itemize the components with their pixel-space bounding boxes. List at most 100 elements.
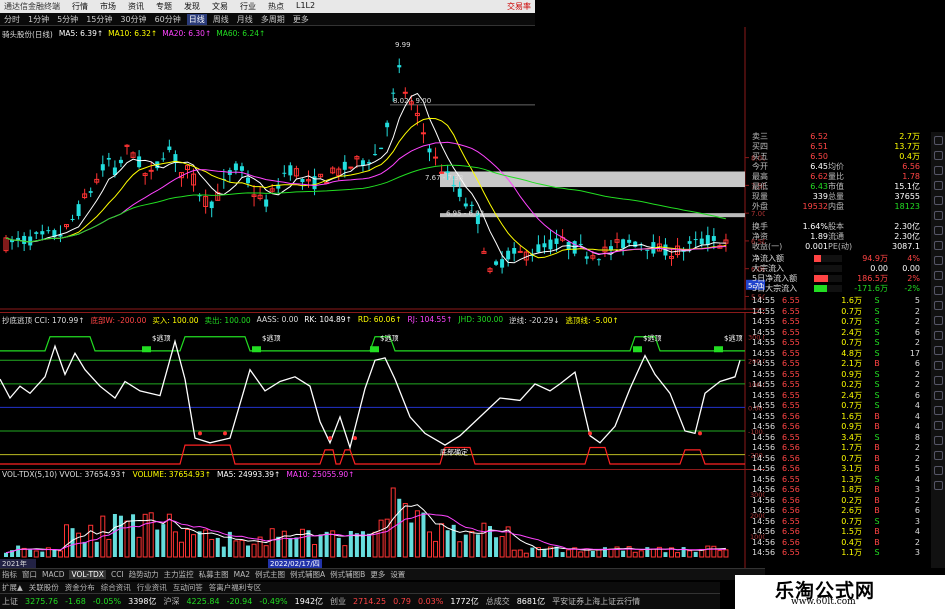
- indicator-tab[interactable]: 指标: [2, 569, 17, 580]
- indicator-tab[interactable]: 更多: [370, 569, 385, 580]
- tool-icon[interactable]: [933, 376, 943, 385]
- tool-icon[interactable]: [933, 406, 943, 415]
- tool-icon[interactable]: [933, 271, 943, 280]
- tool-icon[interactable]: [933, 421, 943, 430]
- volume-chart[interactable]: 3000020000100002021年2022/02/17/四 VOL-TDX…: [0, 469, 765, 568]
- trade-login-link[interactable]: 交易率: [507, 1, 535, 12]
- tool-icon[interactable]: [933, 181, 943, 190]
- indicator-tab[interactable]: 设置: [390, 569, 405, 580]
- period-tab[interactable]: 多周期: [259, 14, 287, 25]
- indicator-tab[interactable]: 例式主图: [255, 569, 285, 580]
- tool-icon[interactable]: [933, 136, 943, 145]
- indicator-tab[interactable]: 窗口: [22, 569, 37, 580]
- period-tab[interactable]: 更多: [291, 14, 311, 25]
- period-tab[interactable]: 60分钟: [153, 14, 183, 25]
- tick-row[interactable]: 14:55 6.55 0.9万 S 2: [752, 370, 930, 381]
- info-link[interactable]: 资金分布: [65, 582, 95, 593]
- menu-item[interactable]: 发现: [184, 1, 200, 12]
- indicator-tab[interactable]: CCI: [111, 570, 124, 579]
- tool-icon[interactable]: [933, 451, 943, 460]
- tick-row[interactable]: 14:56 6.56 0.7万 B 2: [752, 454, 930, 465]
- tick-row[interactable]: 14:56 6.56 0.2万 B 2: [752, 496, 930, 507]
- menu-item[interactable]: 热点: [268, 1, 284, 12]
- tick-row[interactable]: 14:56 6.56 1.8万 B 3: [752, 485, 930, 496]
- tick-row[interactable]: 14:56 6.56 1.7万 B 2: [752, 443, 930, 454]
- tool-icon[interactable]: [933, 286, 943, 295]
- tool-icon[interactable]: [933, 151, 943, 160]
- menu-item[interactable]: 资讯: [128, 1, 144, 12]
- period-tab[interactable]: 5分钟: [55, 14, 80, 25]
- menu-item[interactable]: 文易: [212, 1, 228, 12]
- tool-icon[interactable]: [933, 301, 943, 310]
- tick-row[interactable]: 14:55 6.56 1.6万 B 4: [752, 412, 930, 423]
- legend-label: VOL-TDX(5,10) VVOL: 37654.93↑: [2, 470, 127, 479]
- indicator-tab[interactable]: 例式辅图B: [330, 569, 365, 580]
- period-tab[interactable]: 分时: [2, 14, 22, 25]
- tick-row[interactable]: 14:55 6.55 2.1万 B 6: [752, 359, 930, 370]
- info-link[interactable]: 互动问答: [173, 582, 203, 593]
- tick-row[interactable]: 14:55 6.55 0.7万 S 2: [752, 307, 930, 318]
- tool-icon[interactable]: [933, 436, 943, 445]
- quote-cell: 量比: [828, 172, 844, 181]
- indicator-tab[interactable]: MA2: [234, 570, 250, 579]
- tool-icon[interactable]: [933, 481, 943, 490]
- tick-row[interactable]: 14:56 6.55 3.4万 S 8: [752, 433, 930, 444]
- tool-icon[interactable]: [933, 226, 943, 235]
- tool-icon[interactable]: [933, 346, 943, 355]
- tool-icon[interactable]: [933, 196, 943, 205]
- tick-row[interactable]: 14:55 6.55 2.4万 S 6: [752, 328, 930, 339]
- indicator-tab[interactable]: VOL-TDX: [69, 570, 106, 579]
- tick-row[interactable]: 14:56 6.56 3.1万 B 5: [752, 464, 930, 475]
- tool-icon[interactable]: [933, 331, 943, 340]
- tick-row[interactable]: 14:56 6.56 0.9万 B 4: [752, 422, 930, 433]
- tick-row[interactable]: 14:56 6.56 2.6万 B 6: [752, 506, 930, 517]
- indicator-tab[interactable]: MACD: [42, 570, 64, 579]
- indicator-tab[interactable]: 主力监控: [164, 569, 194, 580]
- menu-item[interactable]: 市场: [100, 1, 116, 12]
- indicator-tab[interactable]: 趋势动力: [129, 569, 159, 580]
- info-link[interactable]: 扩展▲: [2, 582, 23, 593]
- tool-icon[interactable]: [933, 241, 943, 250]
- tool-icon[interactable]: [933, 166, 943, 175]
- tick-row[interactable]: 14:56 6.55 1.1万 S 3: [752, 548, 930, 559]
- tick-row[interactable]: 14:56 6.56 1.5万 B 4: [752, 527, 930, 538]
- info-link[interactable]: 行业资讯: [137, 582, 167, 593]
- info-link[interactable]: 答离户福利专区: [209, 582, 262, 593]
- tick-row[interactable]: 14:55 6.55 4.8万 S 17: [752, 349, 930, 360]
- info-link[interactable]: 关联股份: [29, 582, 59, 593]
- tool-icon[interactable]: [933, 256, 943, 265]
- legend-label: 抄底逃顶 CCI: 170.99↑: [2, 316, 85, 325]
- tool-icon[interactable]: [933, 466, 943, 475]
- indicator-tab[interactable]: 私募主图: [199, 569, 229, 580]
- period-tab[interactable]: 周线: [211, 14, 231, 25]
- period-tab[interactable]: 30分钟: [118, 14, 148, 25]
- period-tab[interactable]: 15分钟: [84, 14, 114, 25]
- tick-row[interactable]: 14:55 6.55 2.4万 S 6: [752, 391, 930, 402]
- tick-row[interactable]: 14:55 6.55 0.2万 S 2: [752, 380, 930, 391]
- tick-row[interactable]: 14:56 6.55 1.3万 S 4: [752, 475, 930, 486]
- tick-cell: 2.1万: [841, 359, 862, 368]
- period-tab[interactable]: 日线: [186, 13, 207, 25]
- tool-icon[interactable]: [933, 361, 943, 370]
- tick-cell: 0.2万: [841, 380, 862, 389]
- indicator-chart[interactable]: 300.00200.00100.000.00-100.00-200.00$逃顶$…: [0, 312, 765, 469]
- tick-list[interactable]: 14:55 6.55 1.6万 S 5 14:55 6.55 0.7万 S 2 14:55 6.55 0…: [752, 296, 930, 559]
- tick-row[interactable]: 14:55 6.55 0.7万 S 2: [752, 338, 930, 349]
- period-tab[interactable]: 1分钟: [26, 14, 51, 25]
- tick-row[interactable]: 14:55 6.55 0.7万 S 4: [752, 401, 930, 412]
- tick-row[interactable]: 14:55 6.55 0.7万 S 2: [752, 317, 930, 328]
- info-link[interactable]: 综合资讯: [101, 582, 131, 593]
- period-tab[interactable]: 月线: [235, 14, 255, 25]
- tool-icon[interactable]: [933, 211, 943, 220]
- tick-row[interactable]: 14:56 6.55 0.7万 S 3: [752, 517, 930, 528]
- menu-item[interactable]: L1L2: [296, 1, 315, 12]
- tick-row[interactable]: 14:56 6.56 0.4万 B 2: [752, 538, 930, 549]
- tool-icon[interactable]: [933, 391, 943, 400]
- tool-icon[interactable]: [933, 316, 943, 325]
- menu-item[interactable]: 行情: [72, 1, 88, 12]
- menu-item[interactable]: 行业: [240, 1, 256, 12]
- candlestick-chart[interactable]: 8.00 7.50 7.00 6.50 6.00 5.50 5.71 9.99 8.02 - 9…: [0, 27, 765, 310]
- indicator-tab[interactable]: 例式辅图A: [290, 569, 325, 580]
- tick-row[interactable]: 14:55 6.55 1.6万 S 5: [752, 296, 930, 307]
- menu-item[interactable]: 专题: [156, 1, 172, 12]
